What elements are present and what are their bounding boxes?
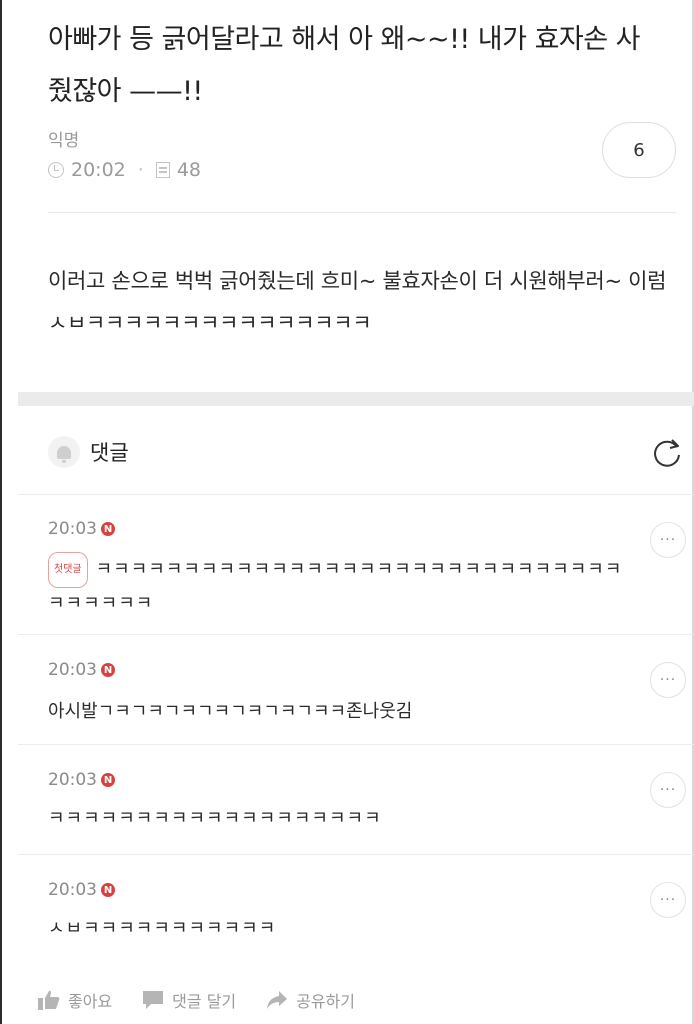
new-badge: N — [101, 773, 115, 787]
post-time: 20:02 — [71, 159, 126, 181]
post-meta: 20:02 · 48 — [48, 159, 201, 181]
comment-more-button[interactable]: ··· — [650, 882, 686, 918]
section-divider — [18, 392, 694, 406]
like-button[interactable]: 좋아요 — [38, 988, 112, 1012]
comment-text: ㅅㅂㅋㅋㅋㅋㅋㅋㅋㅋㅋㅋㅋ — [48, 918, 277, 939]
post-actions: 좋아요 댓글 달기 공유하기 — [38, 988, 385, 1012]
new-badge: N — [101, 883, 115, 897]
comment-text: 아시발ㄱㅋㄱㅋㄱㅋㄱㅋㄱㅋㄱㅋㄱㅋㅋ존나웃김 — [48, 701, 413, 722]
clock-icon — [48, 162, 64, 178]
comment-button[interactable]: 댓글 달기 — [142, 988, 236, 1012]
comments-header: 댓글 — [48, 436, 129, 468]
post-title: 아빠가 등 긁어달라고 해서 아 왜~~!! 내가 효자손 사줬잖아 ——!! — [48, 24, 641, 107]
comment-divider — [18, 744, 694, 745]
comment-divider — [18, 634, 694, 635]
comments-divider — [18, 494, 694, 495]
bell-icon[interactable] — [48, 436, 80, 468]
comment-time: 20:03 N — [48, 770, 115, 790]
comment-time: 20:03 N — [48, 519, 115, 539]
meta-separator: · — [137, 159, 144, 181]
comment-more-button[interactable]: ··· — [650, 772, 686, 808]
comment-divider — [18, 854, 694, 855]
post-views: 48 — [176, 159, 201, 181]
first-comment-tag: 첫댓글 — [48, 552, 88, 588]
comment-text: ㅋㅋㅋㅋㅋㅋㅋㅋㅋㅋㅋㅋㅋㅋㅋㅋㅋㅋㅋ — [48, 808, 382, 829]
comment-more-button[interactable]: ··· — [650, 522, 686, 558]
comment-more-button[interactable]: ··· — [650, 662, 686, 698]
comment-time: 20:03 N — [48, 660, 115, 680]
left-border — [0, 0, 2, 1024]
thumbs-up-icon — [38, 990, 60, 1010]
share-button[interactable]: 공유하기 — [266, 988, 355, 1012]
refresh-icon[interactable] — [650, 436, 684, 470]
views-icon — [155, 162, 170, 178]
speech-bubble-icon — [143, 991, 164, 1009]
new-badge: N — [101, 522, 115, 536]
comment-text: 첫댓글 ㅋㅋㅋㅋㅋㅋㅋㅋㅋㅋㅋㅋㅋㅋㅋㅋㅋㅋㅋㅋㅋㅋㅋㅋㅋㅋㅋㅋㅋㅋㅋㅋㅋㅋㅋㅋ — [48, 552, 633, 620]
post-body: 이러고 손으로 벅벅 긁어줬는데 흐미~ 불효자손이 더 시원해부러~ 이럼 ㅅ… — [48, 269, 667, 335]
comments-label: 댓글 — [90, 441, 129, 465]
post-author: 익명 — [48, 131, 80, 151]
new-badge: N — [101, 663, 115, 677]
comment-count-button[interactable]: 6 — [602, 122, 676, 178]
comment-time: 20:03 N — [48, 880, 115, 900]
title-divider — [48, 212, 676, 213]
share-arrow-icon — [267, 991, 288, 1009]
